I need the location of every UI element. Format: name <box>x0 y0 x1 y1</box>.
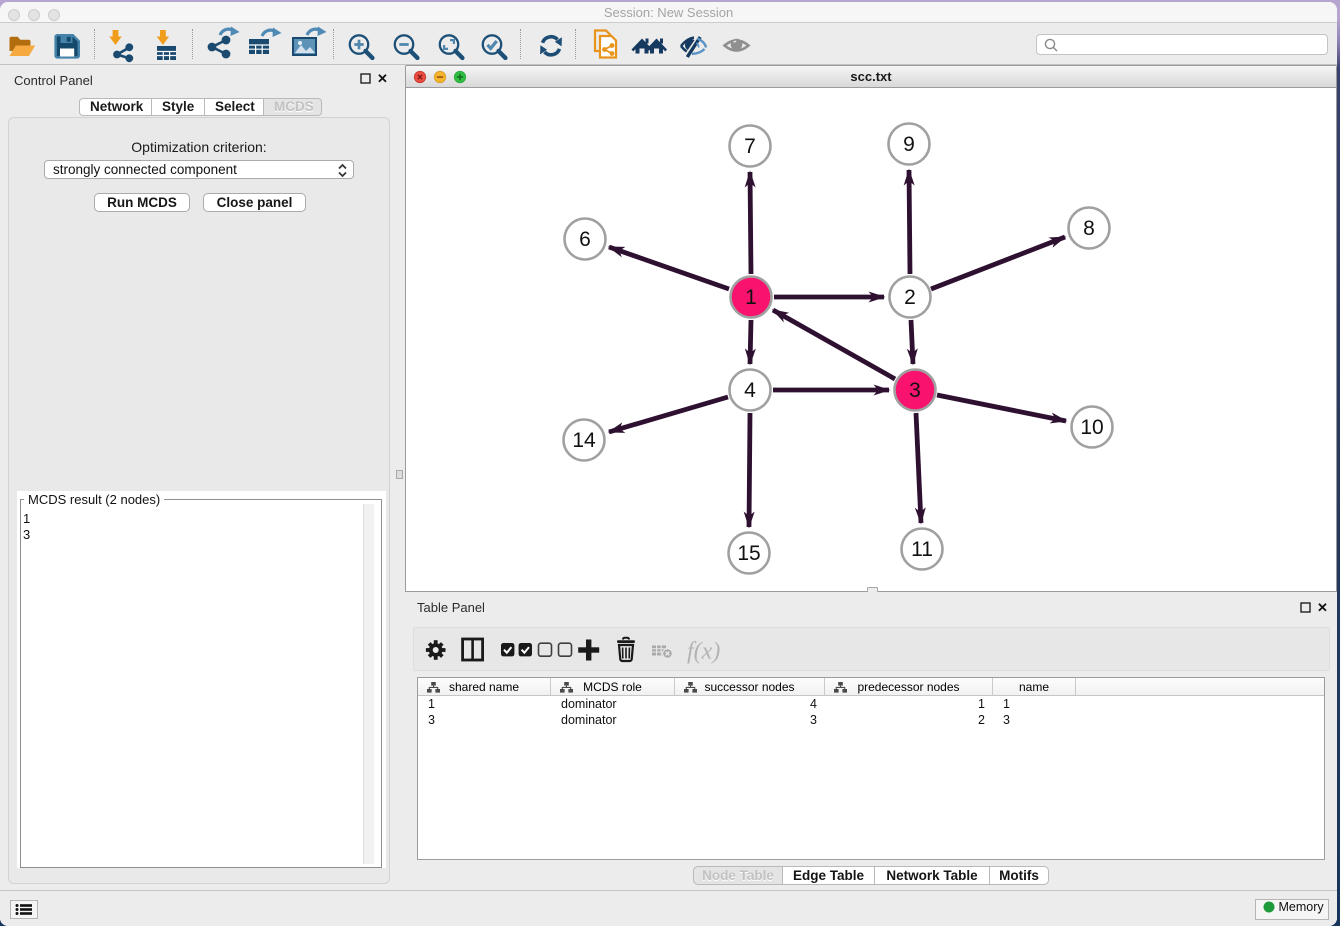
svg-text:11: 11 <box>911 538 933 561</box>
svg-text:15: 15 <box>737 542 760 565</box>
svg-text:3: 3 <box>909 379 921 402</box>
svg-text:7: 7 <box>744 135 756 158</box>
svg-text:8: 8 <box>1083 217 1095 240</box>
svg-text:9: 9 <box>903 133 915 156</box>
svg-text:2: 2 <box>904 286 916 309</box>
svg-text:14: 14 <box>572 429 596 452</box>
svg-text:10: 10 <box>1080 416 1103 439</box>
svg-text:1: 1 <box>745 286 757 309</box>
svg-text:f(x): f(x) <box>687 639 720 665</box>
svg-text:4: 4 <box>744 379 756 402</box>
svg-text:6: 6 <box>579 228 591 251</box>
